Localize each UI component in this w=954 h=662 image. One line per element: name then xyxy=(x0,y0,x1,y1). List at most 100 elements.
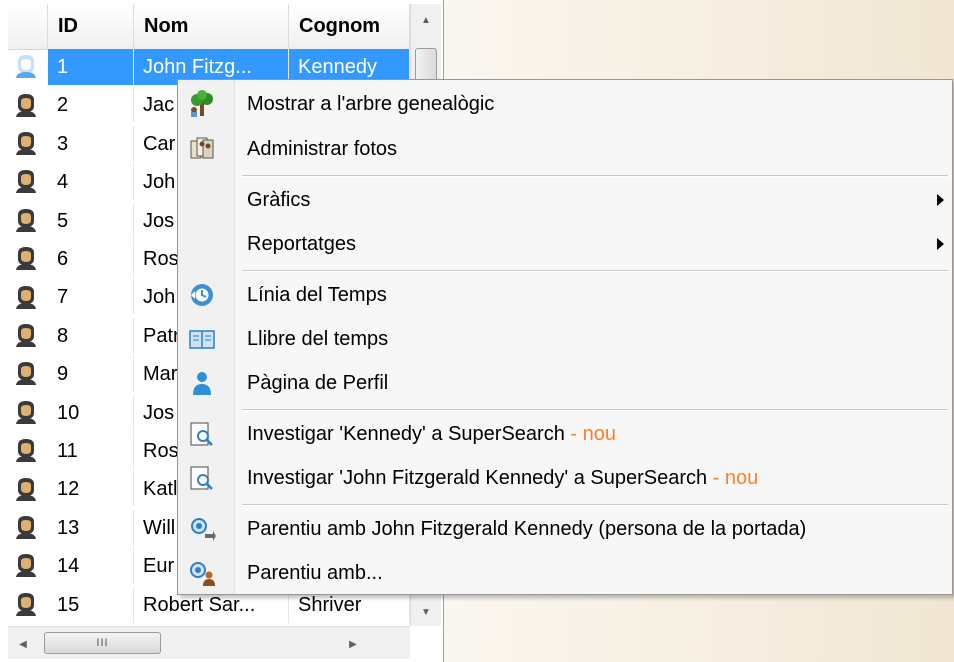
header-icon-column[interactable] xyxy=(8,4,48,49)
cell-id[interactable]: 9 xyxy=(48,356,134,393)
cell-id[interactable]: 14 xyxy=(48,548,134,585)
person-icon xyxy=(16,132,36,156)
person-icon xyxy=(16,55,36,79)
cell-id[interactable]: 12 xyxy=(48,471,134,508)
menu-item-manage-photos[interactable]: Administrar fotos xyxy=(178,127,952,171)
scroll-down-button[interactable]: ▼ xyxy=(411,596,441,626)
cell-id[interactable]: 8 xyxy=(48,317,134,354)
person-icon xyxy=(16,477,36,501)
row-person-icon-cell xyxy=(8,49,48,85)
person-icon xyxy=(16,554,36,578)
menu-item-reports[interactable]: Reportatges xyxy=(178,222,952,266)
cell-id[interactable]: 7 xyxy=(48,279,134,316)
cell-id[interactable]: 2 xyxy=(48,87,134,124)
menu-item-book-of-time[interactable]: Llibre del temps xyxy=(178,317,952,361)
row-person-icon-cell xyxy=(8,318,48,354)
column-header-id[interactable]: ID xyxy=(48,4,134,49)
row-person-icon-cell xyxy=(8,510,48,546)
menu-separator xyxy=(242,175,948,177)
menu-item-label: Administrar fotos xyxy=(247,138,398,160)
supersearch-icon xyxy=(190,466,213,490)
family-tree-icon xyxy=(191,90,213,117)
row-person-icon-cell xyxy=(8,395,48,431)
scroll-up-button[interactable]: ▲ xyxy=(411,4,441,34)
menu-item-timeline[interactable]: Línia del Temps xyxy=(178,273,952,317)
scroll-left-button[interactable]: ◀ xyxy=(8,627,38,659)
relationship-people-icon xyxy=(190,562,215,586)
new-badge: - nou xyxy=(712,467,759,489)
menu-item-label: Reportatges xyxy=(247,233,356,255)
menu-item-relationship-home-person[interactable]: Parentiu amb John Fitzgerald Kennedy (pe… xyxy=(178,507,952,551)
menu-item-label: Gràfics xyxy=(247,189,311,211)
cell-id[interactable]: 5 xyxy=(48,202,134,239)
menu-item-label: Investigar 'Kennedy' a SuperSearch - nou xyxy=(247,412,616,456)
person-icon xyxy=(16,170,36,194)
grid-header: ID Nom Cognom xyxy=(8,4,410,50)
menu-item-text: Investigar 'Kennedy' a SuperSearch xyxy=(247,423,565,445)
horizontal-scroll-thumb[interactable]: III xyxy=(44,632,161,654)
scroll-right-icon: ▶ xyxy=(349,639,357,650)
scroll-up-icon: ▲ xyxy=(421,15,431,26)
person-icon xyxy=(16,247,36,271)
person-icon xyxy=(16,362,36,386)
supersearch-icon xyxy=(190,422,213,446)
book-icon xyxy=(189,330,215,349)
cell-id[interactable]: 13 xyxy=(48,509,134,546)
column-header-cognom[interactable]: Cognom xyxy=(289,4,410,49)
person-icon xyxy=(16,285,36,309)
menu-item-supersearch-fullname[interactable]: Investigar 'John Fitzgerald Kennedy' a S… xyxy=(178,456,952,500)
row-person-icon-cell xyxy=(8,279,48,315)
person-icon xyxy=(16,516,36,540)
row-person-icon-cell xyxy=(8,471,48,507)
cell-id[interactable]: 11 xyxy=(48,433,134,469)
row-person-icon-cell xyxy=(8,548,48,584)
row-person-icon-cell xyxy=(8,87,48,123)
menu-separator xyxy=(242,270,948,272)
cell-id[interactable]: 10 xyxy=(48,394,134,431)
column-header-nom[interactable]: Nom xyxy=(134,4,289,49)
menu-item-profile-page[interactable]: Pàgina de Perfil xyxy=(178,361,952,405)
menu-item-supersearch-surname[interactable]: Investigar 'Kennedy' a SuperSearch - nou xyxy=(178,412,952,456)
cell-id[interactable]: 3 xyxy=(48,125,134,162)
row-person-icon-cell xyxy=(8,356,48,392)
menu-item-show-family-tree[interactable]: Mostrar a l'arbre genealògic xyxy=(178,82,952,126)
menu-item-charts[interactable]: Gràfics xyxy=(178,178,952,222)
menu-item-relationship-with[interactable]: Parentiu amb... xyxy=(178,551,952,595)
cell-id[interactable]: 1 xyxy=(48,49,134,85)
profile-icon xyxy=(193,372,211,395)
menu-item-label: Línia del Temps xyxy=(247,284,387,306)
person-icon xyxy=(16,93,36,117)
cell-id[interactable]: 6 xyxy=(48,241,134,277)
menu-separator xyxy=(242,409,948,411)
person-icon xyxy=(16,400,36,424)
submenu-arrow-icon xyxy=(937,194,944,206)
menu-item-label: Llibre del temps xyxy=(247,328,389,350)
menu-item-label: Mostrar a l'arbre genealògic xyxy=(247,93,495,115)
photos-icon xyxy=(190,137,214,159)
new-badge: - nou xyxy=(570,423,616,445)
scroll-right-button[interactable]: ▶ xyxy=(338,627,368,659)
context-menu: Mostrar a l'arbre genealògic Administrar… xyxy=(177,79,953,595)
menu-item-label: Pàgina de Perfil xyxy=(247,372,389,394)
row-person-icon-cell xyxy=(8,164,48,200)
cell-id[interactable]: 4 xyxy=(48,164,134,201)
menu-item-label: Parentiu amb John Fitzgerald Kennedy (pe… xyxy=(247,518,807,540)
person-icon xyxy=(16,439,36,463)
scroll-left-icon: ◀ xyxy=(19,639,27,650)
timeline-icon xyxy=(191,284,213,306)
menu-item-label: Parentiu amb... xyxy=(247,562,383,584)
horizontal-scrollbar[interactable]: ◀ III ▶ xyxy=(8,626,410,659)
row-person-icon-cell xyxy=(8,587,48,623)
row-person-icon-cell xyxy=(8,126,48,162)
cell-id[interactable]: 15 xyxy=(48,586,134,623)
scroll-down-icon: ▼ xyxy=(421,607,431,618)
person-icon xyxy=(16,592,36,616)
relationship-icon xyxy=(191,518,216,541)
submenu-arrow-icon xyxy=(937,238,944,250)
row-person-icon-cell xyxy=(8,433,48,469)
person-icon xyxy=(16,208,36,232)
menu-item-text: Investigar 'John Fitzgerald Kennedy' a S… xyxy=(247,467,708,489)
menu-item-label: Investigar 'John Fitzgerald Kennedy' a S… xyxy=(247,456,758,500)
person-icon xyxy=(16,324,36,348)
menu-separator xyxy=(242,504,948,506)
